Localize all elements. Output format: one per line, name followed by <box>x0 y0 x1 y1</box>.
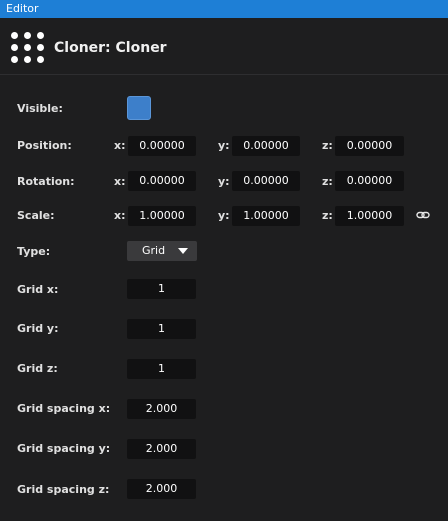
grid-x-label: Grid x: <box>17 283 59 296</box>
rotation-y-label: y: <box>218 175 230 188</box>
panel-header: Cloner: Cloner <box>0 18 448 75</box>
scale-y-label: y: <box>218 209 230 222</box>
scale-x-field[interactable]: 1.00000 <box>128 206 196 226</box>
window-titlebar[interactable]: Editor <box>0 0 448 18</box>
position-x-field[interactable]: 0.00000 <box>128 136 196 156</box>
grid-y-field[interactable]: 1 <box>127 319 196 339</box>
visible-checkbox[interactable] <box>127 96 151 120</box>
panel-title: Cloner: Cloner <box>54 40 167 56</box>
grid-spacing-z-field[interactable]: 2.000 <box>127 479 196 499</box>
type-label: Type: <box>17 245 51 258</box>
type-select-value: Grid <box>142 244 166 257</box>
window-title: Editor <box>6 2 39 15</box>
position-y-field[interactable]: 0.00000 <box>232 136 300 156</box>
type-select[interactable]: Grid <box>127 241 197 261</box>
grid-dots-icon <box>10 31 46 67</box>
link-icon[interactable] <box>416 210 430 220</box>
position-z-label: z: <box>322 139 333 152</box>
grid-spacing-x-field[interactable]: 2.000 <box>127 399 196 419</box>
grid-z-field[interactable]: 1 <box>127 359 196 379</box>
grid-spacing-x-label: Grid spacing x: <box>17 402 111 415</box>
rotation-z-label: z: <box>322 175 333 188</box>
scale-z-label: z: <box>322 209 333 222</box>
chevron-down-icon <box>178 248 188 254</box>
grid-spacing-z-label: Grid spacing z: <box>17 483 110 496</box>
scale-y-field[interactable]: 1.00000 <box>232 206 300 226</box>
grid-spacing-y-field[interactable]: 2.000 <box>127 439 196 459</box>
position-z-field[interactable]: 0.00000 <box>335 136 404 156</box>
grid-x-field[interactable]: 1 <box>127 279 196 299</box>
rotation-z-field[interactable]: 0.00000 <box>335 171 404 191</box>
visible-label: Visible: <box>17 102 63 115</box>
position-x-label: x: <box>114 139 126 152</box>
rotation-x-label: x: <box>114 175 126 188</box>
position-y-label: y: <box>218 139 230 152</box>
grid-spacing-y-label: Grid spacing y: <box>17 442 111 455</box>
grid-z-label: Grid z: <box>17 362 58 375</box>
scale-label: Scale: <box>17 209 55 222</box>
position-label: Position: <box>17 139 72 152</box>
scale-x-label: x: <box>114 209 126 222</box>
rotation-x-field[interactable]: 0.00000 <box>128 171 196 191</box>
rotation-y-field[interactable]: 0.00000 <box>232 171 300 191</box>
grid-y-label: Grid y: <box>17 322 59 335</box>
rotation-label: Rotation: <box>17 175 75 188</box>
scale-z-field[interactable]: 1.00000 <box>335 206 404 226</box>
